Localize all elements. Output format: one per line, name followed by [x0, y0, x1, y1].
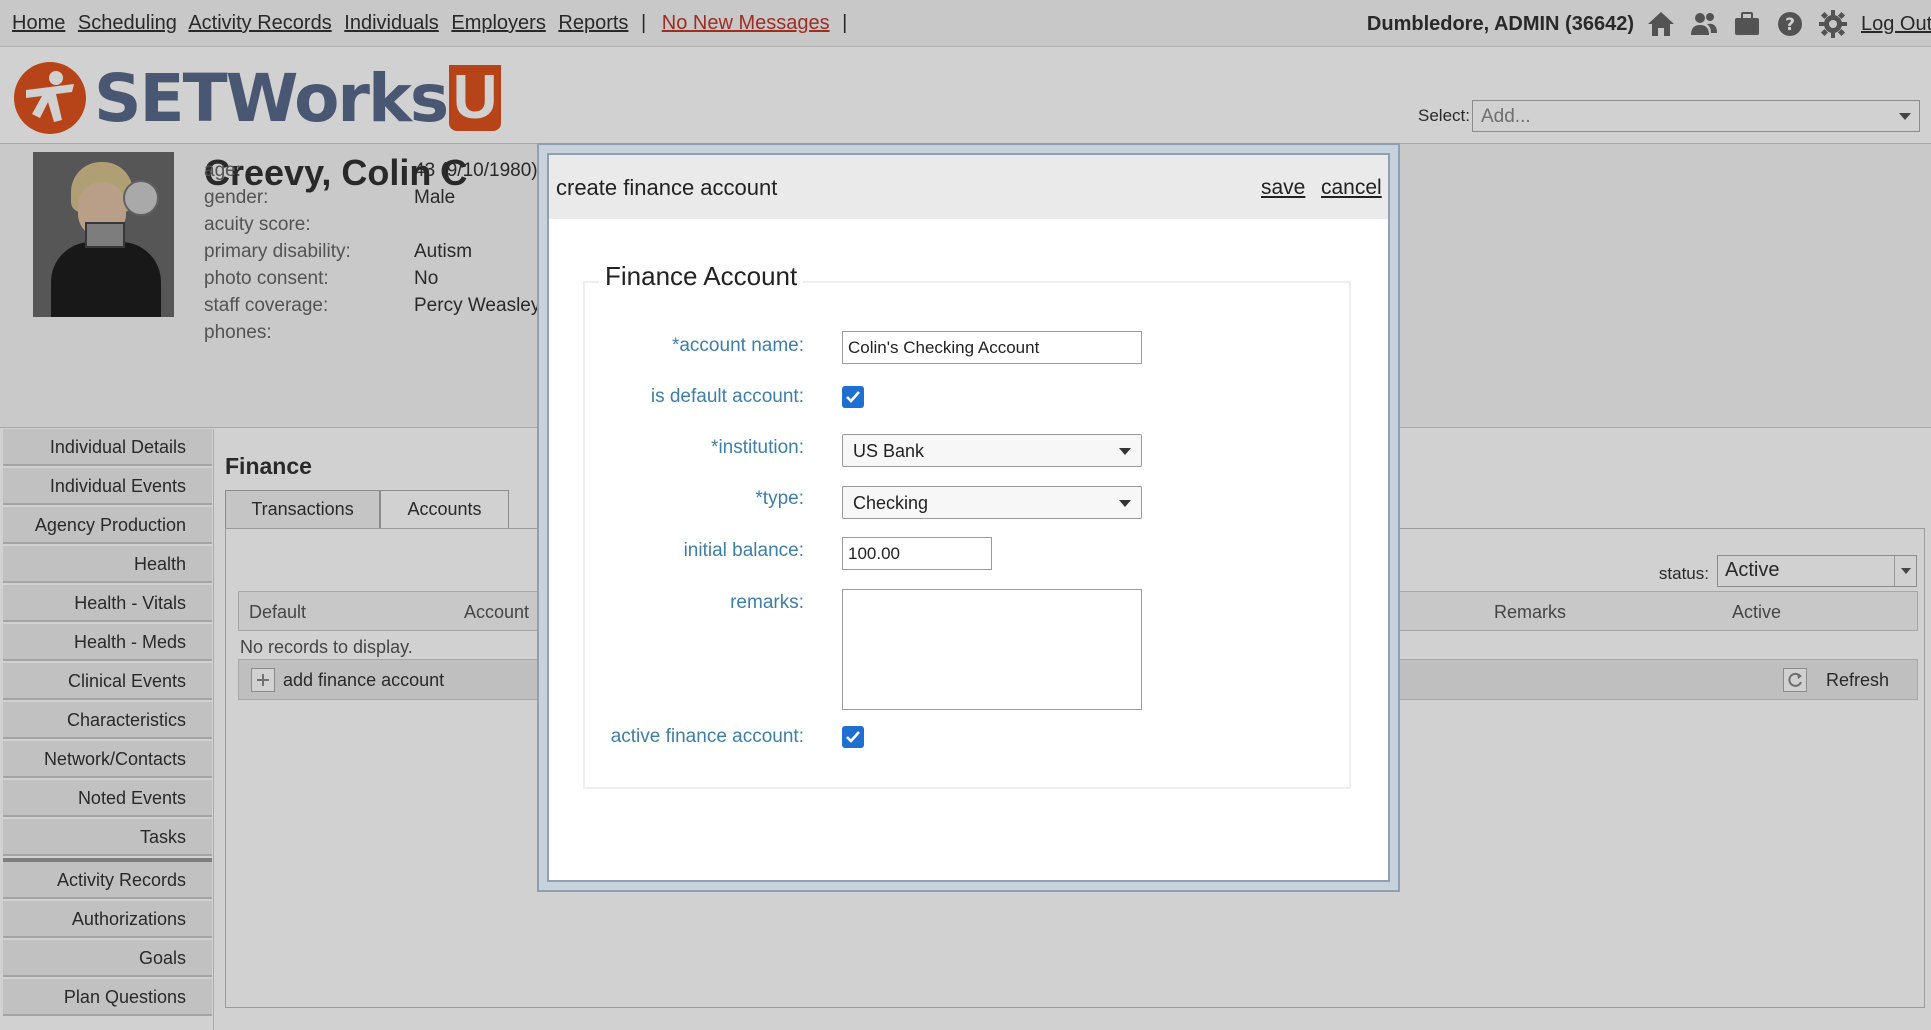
create-finance-account-dialog: create finance account save cancel Finan…	[537, 143, 1400, 892]
chevron-down-icon	[1119, 448, 1131, 455]
remarks-label: remarks:	[730, 592, 804, 613]
account-name-input[interactable]: Colin's Checking Account	[842, 331, 1142, 364]
is-default-checkbox[interactable]	[842, 386, 864, 408]
initial-balance-label: initial balance:	[683, 540, 804, 561]
remarks-textarea[interactable]	[842, 589, 1142, 710]
active-finance-account-checkbox[interactable]	[842, 726, 864, 748]
cancel-button[interactable]: cancel	[1321, 176, 1382, 200]
account-name-label: *account name:	[671, 335, 804, 356]
institution-select[interactable]: US Bank	[842, 434, 1142, 467]
type-select[interactable]: Checking	[842, 486, 1142, 519]
chevron-down-icon	[1119, 500, 1131, 507]
type-label: *type:	[755, 488, 804, 509]
institution-label: *institution:	[711, 437, 804, 458]
type-select-value: Checking	[853, 493, 929, 513]
finance-account-fieldset: Finance Account *account name: Colin's C…	[583, 261, 1351, 789]
initial-balance-input[interactable]: 100.00	[842, 537, 992, 570]
page: Home Scheduling Activity Records Individ…	[0, 0, 1931, 1030]
dialog-body: create finance account save cancel Finan…	[547, 153, 1390, 882]
fieldset-legend: Finance Account	[599, 261, 804, 292]
active-finance-account-label: active finance account:	[610, 726, 804, 747]
dialog-header: create finance account save cancel	[549, 155, 1388, 219]
save-button[interactable]: save	[1261, 176, 1305, 200]
is-default-label: is default account:	[650, 386, 804, 407]
institution-select-value: US Bank	[853, 441, 925, 461]
dialog-title: create finance account	[556, 175, 778, 200]
